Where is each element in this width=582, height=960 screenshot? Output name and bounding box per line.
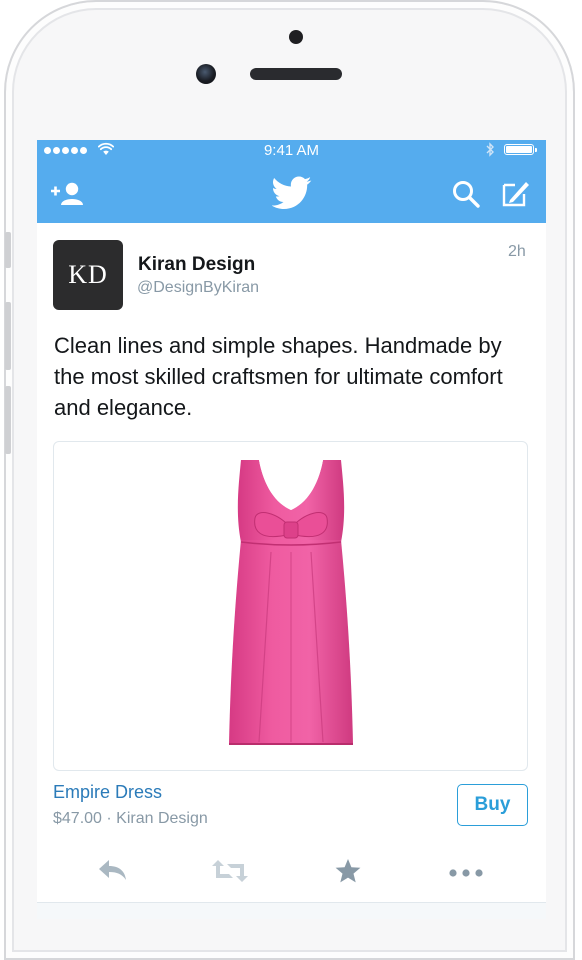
favorite-icon[interactable]: [334, 858, 362, 884]
buy-button[interactable]: Buy: [457, 784, 528, 826]
avatar[interactable]: KD: [53, 240, 123, 310]
front-camera: [196, 64, 216, 84]
twitter-bird-icon: [272, 176, 312, 209]
status-time: 9:41 AM: [263, 142, 320, 159]
earpiece-speaker: [250, 68, 342, 80]
more-icon[interactable]: [449, 869, 483, 877]
proximity-sensor: [289, 30, 303, 44]
status-bar: 9:41 AM: [37, 140, 546, 160]
tweet-timestamp: 2h: [508, 243, 526, 260]
volume-down-button: [5, 386, 11, 454]
reply-icon[interactable]: [97, 858, 129, 882]
search-icon[interactable]: [451, 179, 481, 209]
retweet-icon[interactable]: [211, 858, 249, 884]
product-image[interactable]: [211, 452, 371, 756]
twitter-header: 9:41 AM: [37, 140, 546, 223]
volume-up-button: [5, 302, 11, 370]
compose-icon[interactable]: [501, 178, 531, 208]
phone-screen: 9:41 AM KD Kiran Design @DesignByKiran 2…: [37, 140, 546, 919]
product-card[interactable]: [53, 441, 528, 771]
display-name[interactable]: Kiran Design: [138, 254, 255, 276]
avatar-initials: KD: [68, 260, 108, 289]
product-title-link[interactable]: Empire Dress: [53, 782, 162, 803]
mute-switch: [5, 232, 11, 268]
next-tweet-divider: [37, 902, 546, 919]
bluetooth-icon: [486, 142, 494, 157]
add-user-icon[interactable]: [51, 181, 87, 207]
user-handle[interactable]: @DesignByKiran: [137, 279, 259, 297]
battery-icon: [504, 144, 537, 155]
tweet-text: Clean lines and simple shapes. Handmade …: [54, 333, 503, 420]
product-price-seller: $47.00 · Kiran Design: [53, 810, 208, 827]
